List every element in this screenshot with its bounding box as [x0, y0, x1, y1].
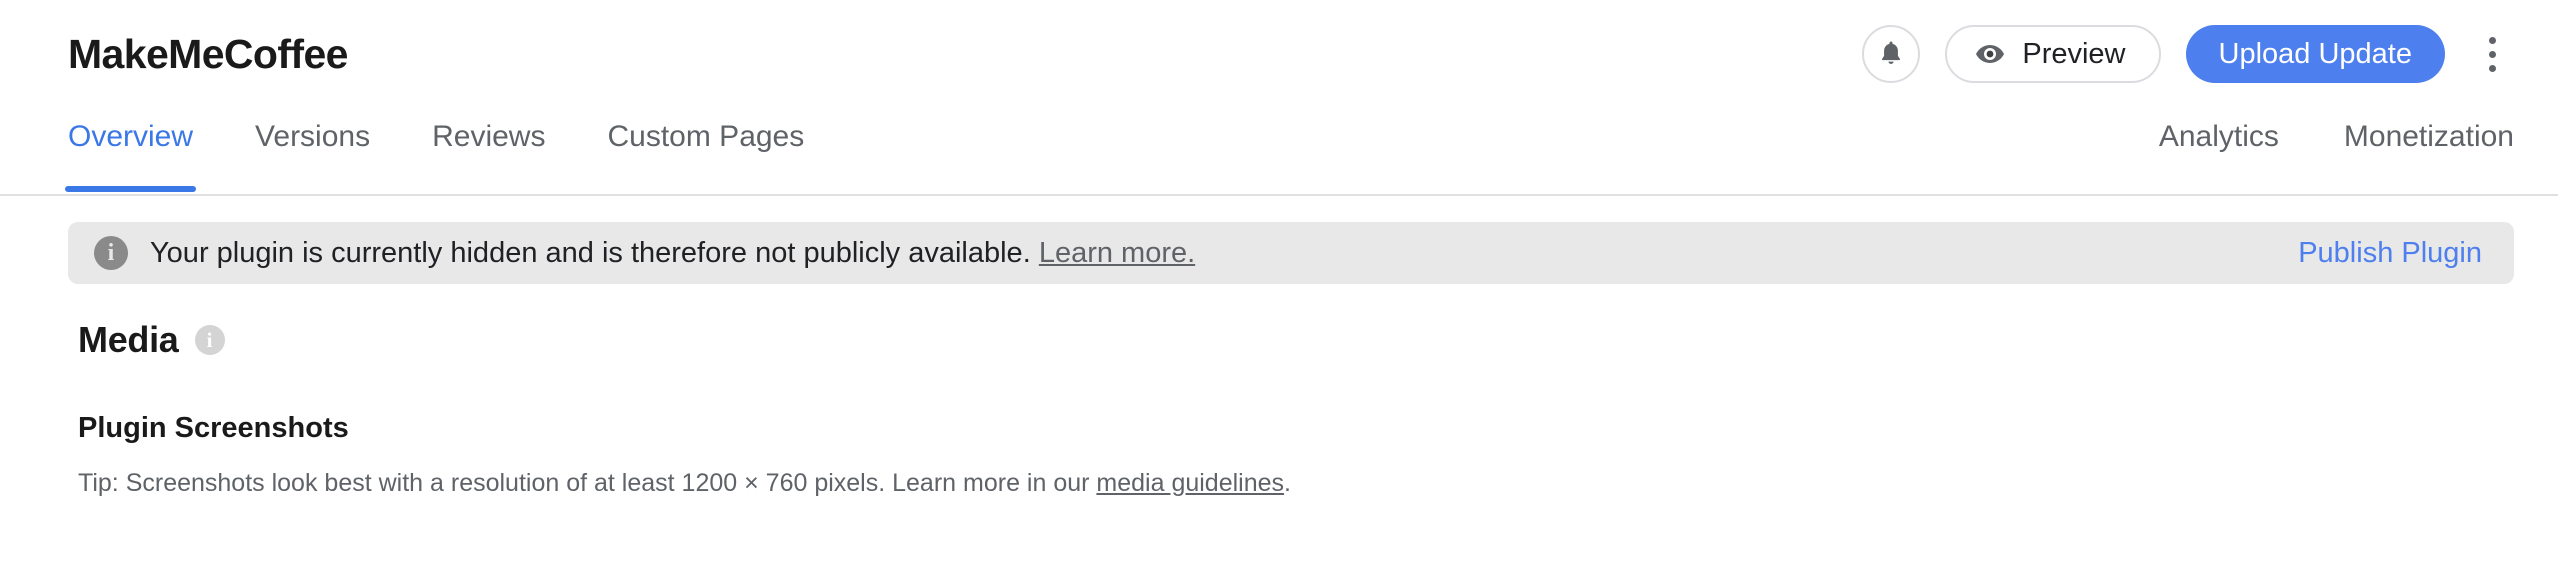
- tab-monetization[interactable]: Monetization: [2344, 108, 2514, 152]
- hidden-plugin-banner: i Your plugin is currently hidden and is…: [68, 222, 2514, 284]
- page-title: MakeMeCoffee: [68, 30, 348, 77]
- tab-analytics[interactable]: Analytics: [2159, 108, 2279, 152]
- preview-button[interactable]: Preview: [1945, 25, 2161, 83]
- media-section: Media i Plugin Screenshots Tip: Screensh…: [0, 322, 2558, 496]
- upload-update-button[interactable]: Upload Update: [2185, 25, 2445, 83]
- banner-message-text: Your plugin is currently hidden and is t…: [150, 236, 1031, 269]
- info-icon[interactable]: i: [194, 325, 225, 355]
- media-guidelines-link[interactable]: media guidelines: [1096, 469, 1284, 497]
- tab-custom-pages[interactable]: Custom Pages: [607, 108, 804, 152]
- tab-overview[interactable]: Overview: [64, 108, 197, 192]
- tab-versions[interactable]: Versions: [255, 108, 370, 152]
- eye-icon: [1976, 45, 2005, 63]
- plugin-screenshots-heading: Plugin Screenshots: [78, 412, 349, 444]
- kebab-dot: [2488, 36, 2496, 44]
- info-icon: i: [94, 236, 128, 270]
- media-heading: Media: [78, 319, 179, 360]
- banner-message: Your plugin is currently hidden and is t…: [150, 236, 1195, 269]
- tab-bar: Overview Versions Reviews Custom Pages A…: [0, 108, 2558, 196]
- publish-plugin-link[interactable]: Publish Plugin: [2298, 238, 2482, 268]
- preview-button-label: Preview: [2022, 37, 2126, 70]
- primary-tabs: Overview Versions Reviews Custom Pages: [64, 108, 866, 192]
- media-title-row: Media i: [78, 322, 2514, 358]
- learn-more-link[interactable]: Learn more.: [1039, 237, 1195, 269]
- screenshots-tip: Tip: Screenshots look best with a resolu…: [78, 471, 2514, 496]
- banner-container: i Your plugin is currently hidden and is…: [0, 196, 2558, 284]
- secondary-tabs: Analytics Monetization: [2094, 108, 2514, 152]
- kebab-dot: [2488, 50, 2496, 58]
- notifications-button[interactable]: [1862, 25, 1921, 83]
- bell-icon: [1882, 41, 1901, 64]
- screenshots-tip-prefix: Tip: Screenshots look best with a resolu…: [78, 469, 1097, 497]
- kebab-dot: [2488, 64, 2496, 72]
- tab-reviews[interactable]: Reviews: [432, 108, 545, 152]
- screenshots-tip-suffix: .: [1284, 469, 1291, 497]
- app-header: MakeMeCoffee Preview Upload Update: [0, 0, 2558, 108]
- kebab-menu-icon[interactable]: [2470, 25, 2514, 83]
- header-actions: Preview Upload Update: [1862, 25, 2514, 83]
